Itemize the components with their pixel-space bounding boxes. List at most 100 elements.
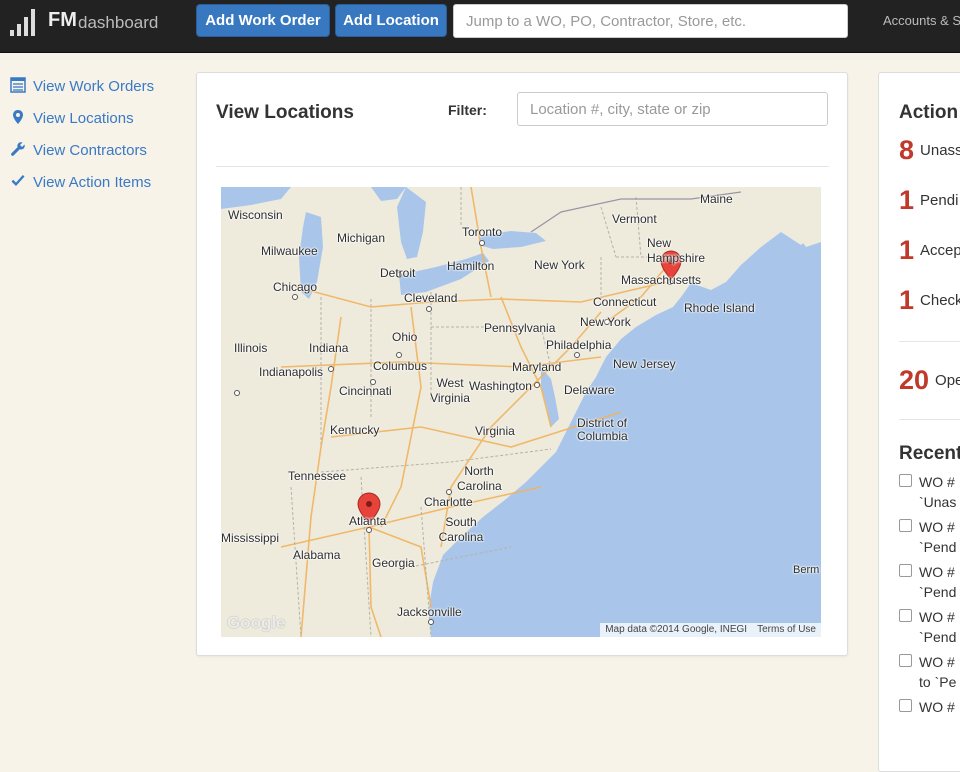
accounts-settings-link[interactable]: Accounts & Se <box>883 13 960 28</box>
google-logo[interactable]: Google <box>227 613 286 633</box>
terms-of-use-link[interactable]: Terms of Use <box>752 624 821 635</box>
map-label: Maryland <box>512 360 562 374</box>
map-label: Philadelphia <box>546 338 612 352</box>
recent-item: WO # <box>899 699 955 715</box>
map-label: Mississippi <box>221 531 280 545</box>
map-label: Pennsylvania <box>484 321 556 335</box>
map-label: Cincinnati <box>339 384 392 398</box>
sidebar-item-label: View Work Orders <box>33 78 155 95</box>
sidebar-item-label: View Locations <box>33 110 134 127</box>
check-icon <box>11 175 25 186</box>
map-label: New York <box>580 315 631 329</box>
recent-title: Recent <box>899 443 960 464</box>
stat-label: Ope <box>935 372 960 389</box>
stat-unassigned[interactable]: 8 Unass <box>899 135 960 166</box>
map-label: West Virginia <box>430 376 470 405</box>
stat-count: 8 <box>899 135 915 165</box>
map-label: Milwaukee <box>261 244 318 258</box>
map-label: North Carolina <box>457 464 502 493</box>
map-label: Toronto <box>462 225 503 239</box>
logo-bold-text: FM <box>48 9 77 31</box>
map-label: New Jersey <box>613 357 676 371</box>
sidebar-item-label: View Action Items <box>33 174 152 191</box>
recent-item-line1[interactable]: WO # <box>919 474 955 490</box>
map-label: Cleveland <box>404 291 458 305</box>
filter-label: Filter: <box>448 102 487 118</box>
app-logo[interactable]: FM dashboard <box>10 6 190 42</box>
action-items-panel: Action I 8 Unass 1 Pendi 1 Accep 1 Check 20 O… <box>878 72 960 772</box>
page-title: View Locations <box>216 102 354 123</box>
stat-count: 20 <box>899 365 930 395</box>
action-items-title: Action I <box>899 102 960 123</box>
map-label: Chicago <box>273 280 318 294</box>
map-label: Berm <box>793 564 820 576</box>
recent-item-checkbox[interactable] <box>899 654 912 667</box>
add-work-order-button[interactable]: Add Work Order <box>196 4 330 37</box>
divider <box>216 166 829 167</box>
stat-label: Accep <box>920 242 960 259</box>
map-label: Illinois <box>234 341 268 355</box>
recent-item-checkbox[interactable] <box>899 699 912 712</box>
map-pin-icon <box>13 110 23 124</box>
map-label: Washington <box>469 379 532 393</box>
map-label: Indiana <box>309 341 349 355</box>
map-label: Tennessee <box>288 469 347 483</box>
map-label: Atlanta <box>349 514 387 528</box>
map-label: Ohio <box>392 330 418 344</box>
recent-item-line2: `Pend <box>919 629 957 645</box>
map-label: Hamilton <box>447 259 495 273</box>
recent-item-line1[interactable]: WO # <box>919 609 955 625</box>
recent-item-checkbox[interactable] <box>899 474 912 487</box>
map-label: Charlotte <box>424 495 473 509</box>
recent-item-line2: `Pend <box>919 584 957 600</box>
map-label: Kentucky <box>330 423 380 437</box>
recent-item-checkbox[interactable] <box>899 609 912 622</box>
sidebar-item-action-items[interactable]: View Action Items <box>10 173 151 195</box>
recent-item-line1[interactable]: WO # <box>919 519 955 535</box>
location-filter-input[interactable] <box>517 92 828 126</box>
map-label: Columbus <box>373 359 428 373</box>
signal-bars-icon <box>10 8 42 36</box>
recent-item: WO # `Unas <box>899 474 956 510</box>
divider <box>899 419 960 420</box>
map-label: Jacksonville <box>397 605 462 619</box>
map-label: Massachusetts <box>621 273 702 287</box>
wrench-icon <box>11 142 25 156</box>
locations-map[interactable]: Wisconsin Michigan Milwaukee Detroit Tor… <box>221 187 821 637</box>
map-label: Virginia <box>475 424 515 438</box>
recent-item: WO # to `Pe <box>899 654 956 690</box>
stat-open[interactable]: 20 Ope <box>899 365 960 396</box>
stat-count: 1 <box>899 185 915 215</box>
map-data-credit: Map data ©2014 Google, INEGI <box>605 624 748 635</box>
recent-item-checkbox[interactable] <box>899 519 912 532</box>
recent-item-line1[interactable]: WO # <box>919 564 955 580</box>
map-label: Michigan <box>337 231 386 245</box>
top-navbar: FM dashboard Add Work Order Add Location… <box>0 0 960 53</box>
sidebar-item-locations[interactable]: View Locations <box>10 109 134 131</box>
stat-label: Pendi <box>920 192 959 209</box>
recent-item-checkbox[interactable] <box>899 564 912 577</box>
stat-checked[interactable]: 1 Check <box>899 285 960 316</box>
map-label: Georgia <box>372 556 415 570</box>
add-location-button[interactable]: Add Location <box>335 4 447 37</box>
map-label: Vermont <box>612 212 657 226</box>
jump-search-input[interactable] <box>453 4 848 38</box>
stat-accepted[interactable]: 1 Accep <box>899 235 960 266</box>
map-label: Wisconsin <box>228 208 283 222</box>
divider <box>899 341 960 342</box>
recent-item: WO # `Pend <box>899 519 956 555</box>
recent-item-line2: `Unas <box>919 494 957 510</box>
recent-item-line1[interactable]: WO # <box>919 699 955 715</box>
stat-pending[interactable]: 1 Pendi <box>899 185 958 216</box>
map-label: Delaware <box>564 383 615 397</box>
sidebar-item-contractors[interactable]: View Contractors <box>10 141 147 163</box>
sidebar-item-work-orders[interactable]: View Work Orders <box>10 77 154 99</box>
map-label: Maine <box>700 192 733 206</box>
stat-label: Check <box>920 292 960 309</box>
stat-count: 1 <box>899 235 915 265</box>
recent-item-line1[interactable]: WO # <box>919 654 955 670</box>
map-label: New York <box>534 258 585 272</box>
map-label: Connecticut <box>593 295 657 309</box>
map-attribution: Map data ©2014 Google, INEGI Terms of Use <box>600 623 821 637</box>
stat-count: 1 <box>899 285 915 315</box>
